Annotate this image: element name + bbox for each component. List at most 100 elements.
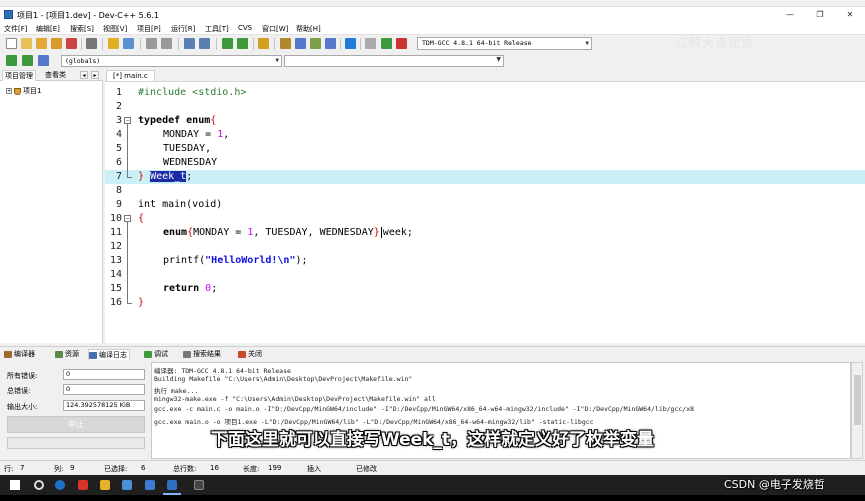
close-file-icon[interactable] xyxy=(66,38,77,49)
fold-toggle-icon[interactable]: − xyxy=(124,215,131,222)
menu-file[interactable]: 文件[F] xyxy=(4,24,28,34)
project-name: 项目1 xyxy=(23,87,42,95)
project-icon[interactable] xyxy=(258,38,269,49)
output-size-field: 124.392578125 KiB xyxy=(63,400,145,411)
code-editor[interactable]: 1 #include <stdio.h> 2 3 − typedef enum{… xyxy=(105,81,865,343)
tab-next-icon[interactable]: ▸ xyxy=(91,71,99,79)
project-panel: 项目管理 查看类 ◂ ▸ + 项目1 xyxy=(0,69,103,343)
punct: ; xyxy=(211,283,218,294)
menu-help[interactable]: 帮助[H] xyxy=(296,24,321,34)
minimize-button[interactable]: — xyxy=(779,9,801,21)
scope-select[interactable]: (globals) ▼ xyxy=(61,55,282,67)
menu-tools[interactable]: 工具[T] xyxy=(205,24,229,34)
check-icon[interactable] xyxy=(345,38,356,49)
windows-start-icon[interactable] xyxy=(10,480,20,490)
edge-browser-icon[interactable] xyxy=(55,480,65,490)
app-icon-dark[interactable] xyxy=(194,480,204,490)
menu-search[interactable]: 搜索[S] xyxy=(70,24,94,34)
project-tree-item[interactable]: + 项目1 xyxy=(6,86,41,96)
replace-icon[interactable] xyxy=(161,38,172,49)
menu-view[interactable]: 视图[V] xyxy=(103,24,127,34)
menu-run[interactable]: 运行[R] xyxy=(171,24,195,34)
compile-run-icon[interactable] xyxy=(310,38,321,49)
fold-guide xyxy=(127,222,128,303)
stop-execution-icon[interactable] xyxy=(365,38,376,49)
chevron-down-icon: ▼ xyxy=(496,56,501,63)
code-text: printf("HelloWorld!\n"); xyxy=(163,254,308,268)
log-line: 编译器: TDM-GCC 4.8.1 64-bit Release xyxy=(154,367,291,375)
fold-guide xyxy=(127,177,132,178)
menu-window[interactable]: 窗口[W] xyxy=(262,24,288,34)
fold-toggle-icon[interactable]: − xyxy=(124,117,131,124)
undo-icon[interactable] xyxy=(108,38,119,49)
menu-cvs[interactable]: CVS xyxy=(238,24,252,32)
compiler-select[interactable]: TDM-GCC 4.8.1 64-bit Release ▼ xyxy=(417,37,592,50)
tab-debug-label: 调试 xyxy=(154,350,168,358)
compile-icon[interactable] xyxy=(280,38,291,49)
window-title: 项目1 - [项目1.dev] - Dev-C++ 5.6.1 xyxy=(17,11,160,20)
rebuild-icon[interactable] xyxy=(325,38,336,49)
line-number: 1 xyxy=(115,87,122,98)
line-number: 12 xyxy=(109,241,122,252)
app-icon-red[interactable] xyxy=(78,480,88,490)
brace: } xyxy=(138,171,145,182)
tab-class-browser[interactable]: 查看类 xyxy=(43,70,68,81)
tab-compiler[interactable]: 编译器 xyxy=(4,349,35,360)
log-line: Building Makefile "C:\Users\Admin\Deskto… xyxy=(154,375,413,383)
unindent-icon[interactable] xyxy=(199,38,210,49)
new-file-icon[interactable] xyxy=(6,38,17,49)
project-icon xyxy=(14,87,21,95)
search-icon[interactable] xyxy=(34,480,44,490)
profile-icon[interactable] xyxy=(396,38,407,49)
run-icon[interactable] xyxy=(295,38,306,49)
insert-mode: 插入 xyxy=(307,465,321,473)
toggle-bookmark-icon[interactable] xyxy=(22,55,33,66)
save-icon[interactable] xyxy=(36,38,47,49)
redo-icon[interactable] xyxy=(123,38,134,49)
identifier: MONDAY = xyxy=(163,129,218,140)
output-tabs: 编译器 资源 编译日志 调试 搜索结果 关闭 xyxy=(0,346,865,360)
tab-compile-log[interactable]: 编译日志 xyxy=(88,349,130,360)
insert-icon[interactable] xyxy=(6,55,17,66)
menu-project[interactable]: 项目[P] xyxy=(137,24,161,34)
scrollbar-thumb[interactable] xyxy=(854,375,861,425)
toolbar-separator xyxy=(216,38,217,50)
save-all-icon[interactable] xyxy=(51,38,62,49)
code-line: 13 printf("HelloWorld!\n"); xyxy=(105,254,865,268)
line-number: 6 xyxy=(115,157,122,168)
log-line: mingw32-make.exe -f "C:\Users\Admin\Desk… xyxy=(154,395,436,403)
print-icon[interactable] xyxy=(86,38,97,49)
tab-project-manager[interactable]: 项目管理 xyxy=(2,70,36,81)
file-explorer-icon[interactable] xyxy=(100,480,110,490)
close-button[interactable]: ✕ xyxy=(839,9,861,21)
symbol-select[interactable]: ▼ xyxy=(284,55,504,67)
code-text: typedef enum{ xyxy=(138,114,216,128)
line-number: 4 xyxy=(115,129,122,140)
expand-icon[interactable]: + xyxy=(6,88,12,94)
menu-edit[interactable]: 编辑[E] xyxy=(36,24,60,34)
indent-icon[interactable] xyxy=(184,38,195,49)
editor-tabs: [*] main.c xyxy=(103,69,865,81)
tab-debug[interactable]: 调试 xyxy=(144,349,168,360)
toolbar-separator xyxy=(178,38,179,50)
bookmark-icon[interactable] xyxy=(237,38,248,49)
maximize-button[interactable]: ❐ xyxy=(809,9,831,21)
chevron-down-icon: ▼ xyxy=(275,57,279,64)
tab-prev-icon[interactable]: ◂ xyxy=(80,71,88,79)
open-file-icon[interactable] xyxy=(21,38,32,49)
tab-resources[interactable]: 资源 xyxy=(55,349,79,360)
tab-main-c[interactable]: [*] main.c xyxy=(106,70,155,81)
find-icon[interactable] xyxy=(146,38,157,49)
tab-close[interactable]: 关闭 xyxy=(238,349,262,360)
code-line: 8 xyxy=(105,184,865,198)
app-icon-doc[interactable] xyxy=(145,480,155,490)
goto-bookmark-icon[interactable] xyxy=(38,55,49,66)
tab-search-results[interactable]: 搜索结果 xyxy=(183,349,221,360)
debug-icon[interactable] xyxy=(381,38,392,49)
toolbar-separator xyxy=(360,38,361,50)
devcpp-taskbar-icon[interactable] xyxy=(167,480,177,490)
csdn-watermark: CSDN @电子发烧哲 xyxy=(724,478,825,491)
app-icon-blue[interactable] xyxy=(122,480,132,490)
goto-icon[interactable] xyxy=(222,38,233,49)
scope-select-value: (globals) xyxy=(65,57,101,65)
